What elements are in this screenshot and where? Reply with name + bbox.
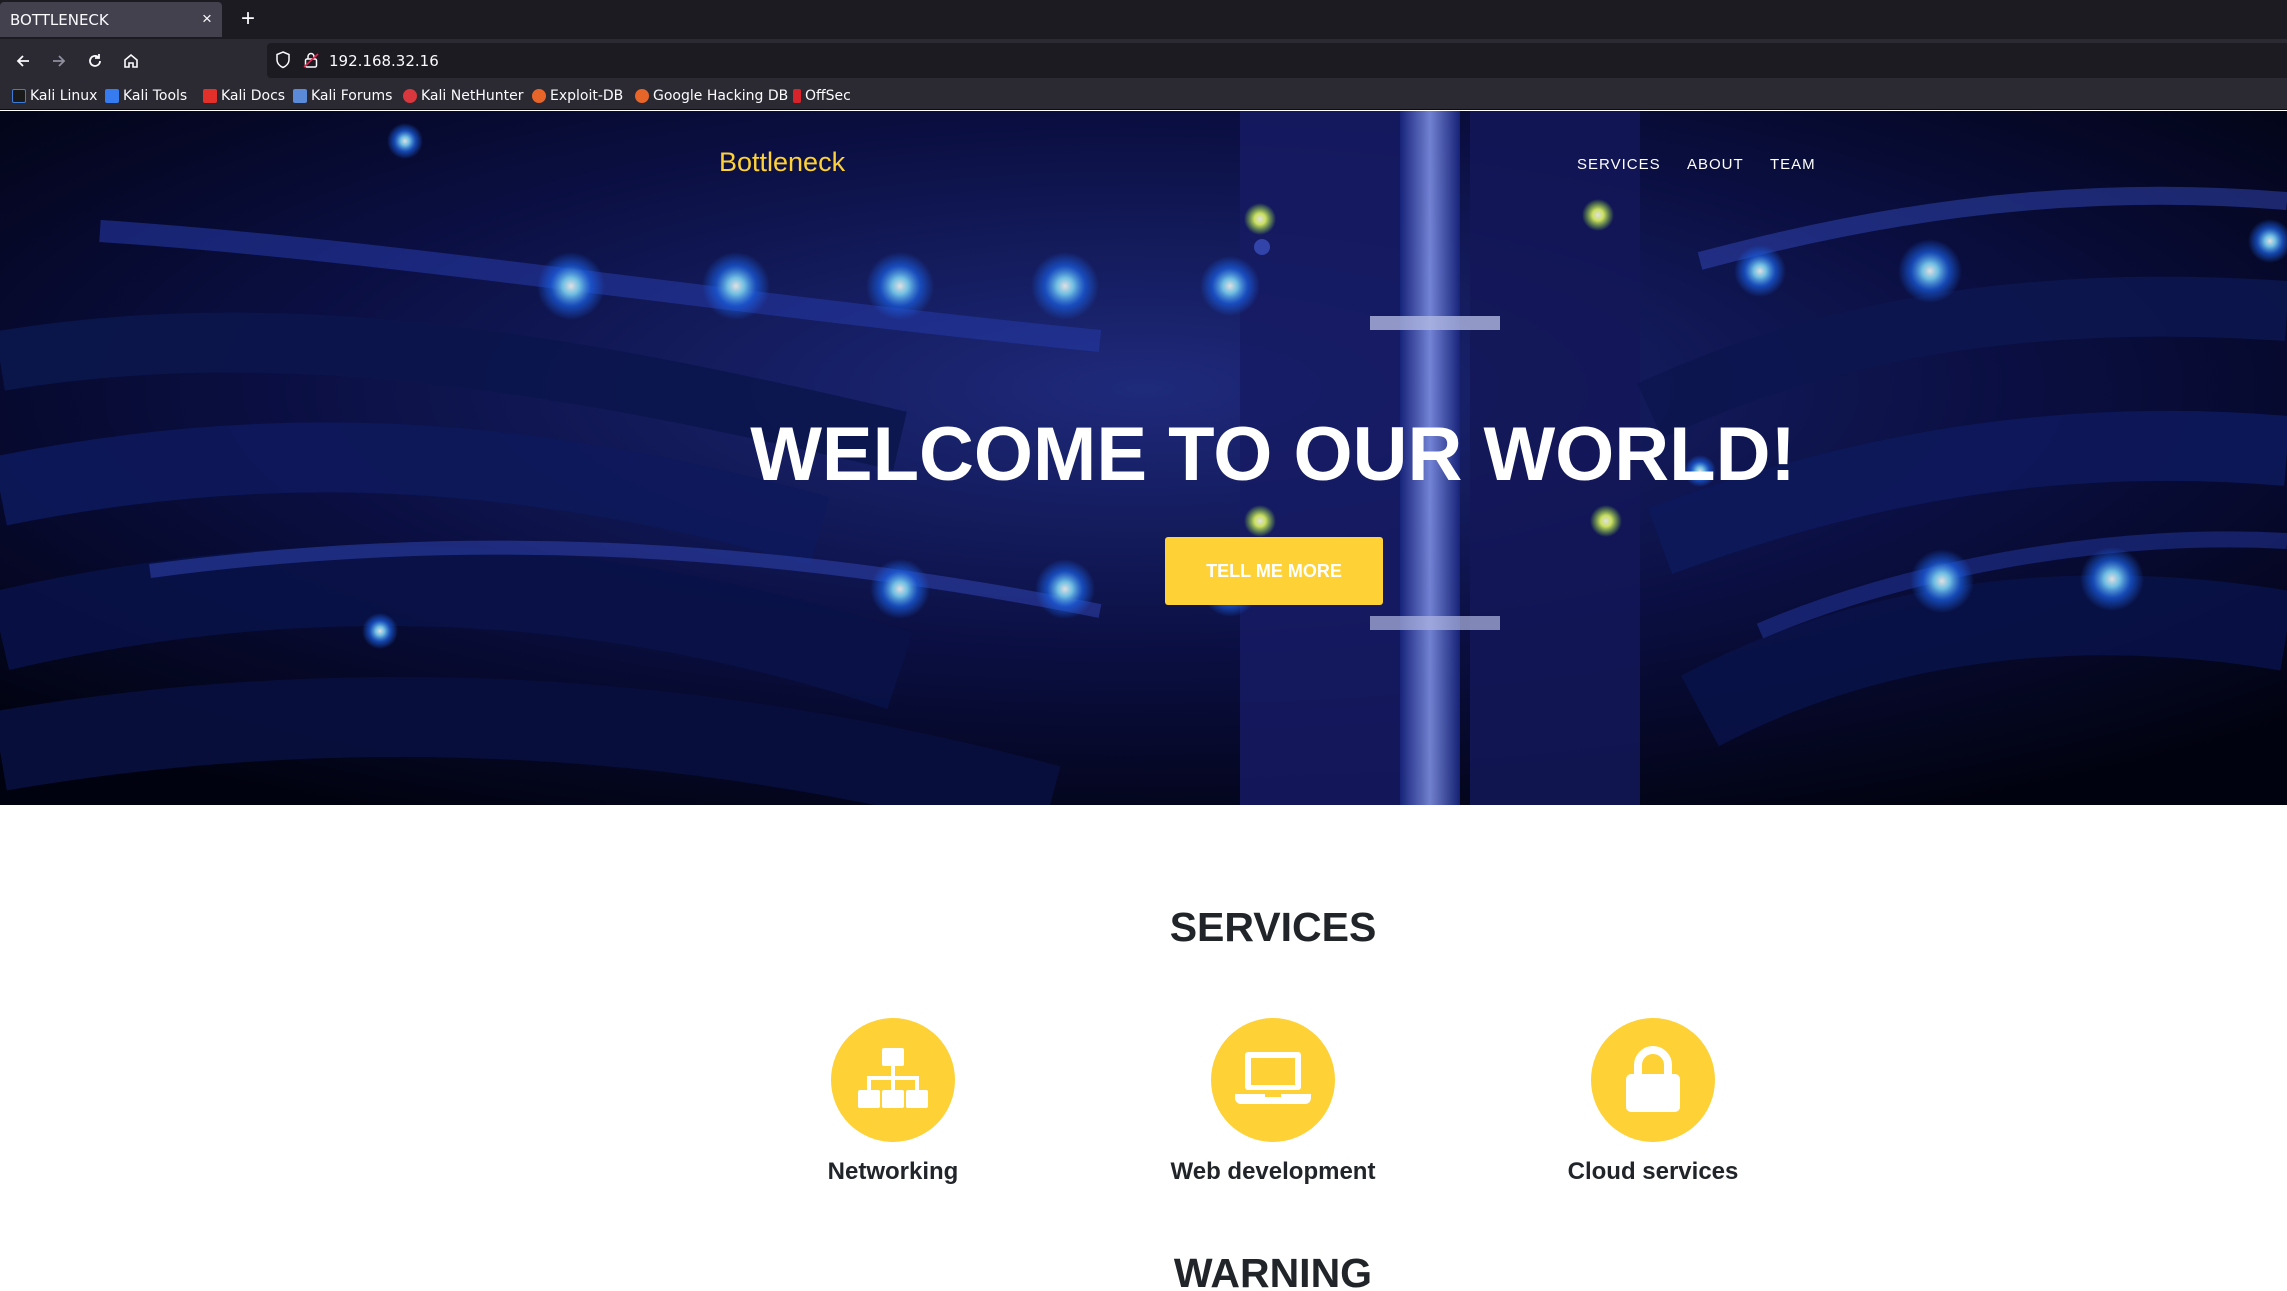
hero-section: Bottleneck SERVICES ABOUT TEAM WELCOME T… xyxy=(0,111,2287,805)
service-cloud-services: Cloud services xyxy=(1513,1018,1793,1186)
bookmark-kali-linux[interactable]: Kali Linux xyxy=(12,85,97,107)
offsec-icon xyxy=(793,89,801,103)
ghdb-icon xyxy=(635,89,649,103)
bookmark-kali-nethunter[interactable]: Kali NetHunter xyxy=(403,85,523,107)
tracking-shield-icon[interactable] xyxy=(275,51,291,74)
kali-forums-icon xyxy=(293,89,307,103)
sitemap-icon xyxy=(831,1018,955,1142)
service-web-development: Web development xyxy=(1133,1018,1413,1186)
hero-title: WELCOME TO OUR WORLD! xyxy=(750,412,1796,497)
bookmarks-toolbar: Kali Linux Kali Tools Kali Docs Kali For… xyxy=(0,82,2287,110)
insecure-lock-icon[interactable] xyxy=(303,51,319,74)
kali-dragon-icon xyxy=(12,89,26,103)
bookmark-exploit-db[interactable]: Exploit-DB xyxy=(532,85,623,107)
nav-link-about[interactable]: ABOUT xyxy=(1687,156,1744,173)
warning-heading: WARNING xyxy=(1173,1250,1373,1291)
url-bar[interactable]: 192.168.32.16 xyxy=(267,43,2287,78)
nav-link-team[interactable]: TEAM xyxy=(1770,156,1816,173)
kali-tools-icon xyxy=(105,89,119,103)
service-label: Cloud services xyxy=(1567,1158,1739,1185)
service-networking: Networking xyxy=(753,1018,1033,1186)
bookmark-kali-tools[interactable]: Kali Tools xyxy=(105,85,187,107)
nethunter-icon xyxy=(403,89,417,103)
back-arrow-icon[interactable] xyxy=(7,45,39,77)
nav-link-services[interactable]: SERVICES xyxy=(1577,156,1661,173)
exploit-db-icon xyxy=(532,89,546,103)
new-tab-button[interactable]: + xyxy=(233,4,263,34)
home-icon[interactable] xyxy=(115,45,147,77)
browser-tab[interactable]: BOTTLENECK × xyxy=(0,2,222,37)
services-heading: SERVICES xyxy=(1169,904,1377,950)
browser-toolbar: 192.168.32.16 xyxy=(0,39,2287,82)
reload-icon[interactable] xyxy=(79,45,111,77)
browser-tab-bar: BOTTLENECK × + xyxy=(0,0,2287,39)
close-tab-icon[interactable]: × xyxy=(196,8,218,30)
service-label: Web development xyxy=(1170,1158,1376,1185)
site-brand-logo[interactable]: Bottleneck xyxy=(719,147,845,178)
bookmark-offsec[interactable]: OffSec xyxy=(793,85,851,107)
url-text: 192.168.32.16 xyxy=(329,52,439,70)
bookmark-kali-docs[interactable]: Kali Docs xyxy=(203,85,285,107)
tell-me-more-button[interactable]: TELL ME MORE xyxy=(1165,537,1383,605)
kali-docs-icon xyxy=(203,89,217,103)
forward-arrow-icon[interactable] xyxy=(43,45,75,77)
lock-icon xyxy=(1591,1018,1715,1142)
bookmark-kali-forums[interactable]: Kali Forums xyxy=(293,85,392,107)
tab-title: BOTTLENECK xyxy=(10,11,109,29)
bookmark-google-hacking-db[interactable]: Google Hacking DB xyxy=(635,85,788,107)
service-label: Networking xyxy=(827,1158,959,1185)
laptop-icon xyxy=(1211,1018,1335,1142)
